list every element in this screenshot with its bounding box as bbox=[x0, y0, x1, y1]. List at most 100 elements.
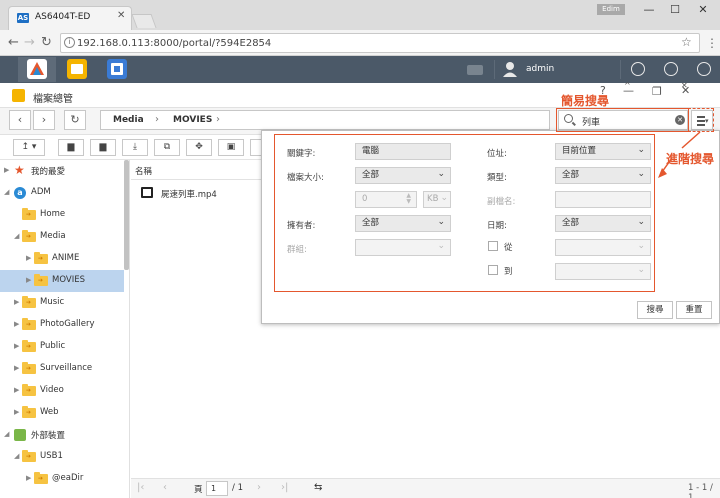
back-button[interactable]: ‹ bbox=[9, 110, 31, 130]
search-button[interactable]: 搜尋 bbox=[637, 301, 673, 319]
sidebar-scrollbar[interactable] bbox=[124, 160, 129, 270]
sidebar-item-media[interactable]: ◢ ➔ Media bbox=[0, 226, 124, 248]
folder-icon: ➔ bbox=[22, 406, 36, 418]
sidebar-item-anime[interactable]: ▶ ➔ ANIME bbox=[0, 248, 124, 270]
download-center-app-icon[interactable] bbox=[107, 59, 127, 79]
power-icon[interactable] bbox=[697, 62, 711, 76]
expand-icon[interactable]: ▶ bbox=[4, 166, 9, 174]
page-number-input[interactable]: 1 bbox=[206, 481, 228, 496]
folder-icon: ➔ bbox=[22, 450, 36, 462]
tree-label: MOVIES bbox=[52, 275, 85, 285]
sidebar-item-home[interactable]: ➔ Home bbox=[0, 204, 124, 226]
sidebar-item-adm[interactable]: ◢ a ADM bbox=[0, 182, 124, 204]
sidebar-item-favorites[interactable]: ▶ ★ 我的最愛 bbox=[0, 160, 124, 182]
browser-tab[interactable]: AS AS6404T-ED ✕ bbox=[8, 6, 132, 30]
next-page-icon[interactable]: › bbox=[257, 482, 261, 493]
sidebar-item-surveillance[interactable]: ▶ ➔ Surveillance bbox=[0, 358, 124, 380]
separator bbox=[620, 60, 621, 79]
collapse-icon[interactable]: ^ bbox=[624, 81, 631, 90]
tree-label: Surveillance bbox=[40, 363, 93, 373]
browser-profile-chip[interactable]: Edim bbox=[597, 4, 625, 15]
tree-label: ADM bbox=[31, 187, 51, 197]
browser-reload-icon[interactable]: ↻ bbox=[41, 35, 52, 50]
download-button[interactable]: ⤓ bbox=[122, 139, 148, 156]
reset-button[interactable]: 重置 bbox=[676, 301, 712, 319]
copy-button[interactable]: ⧉ bbox=[154, 139, 180, 156]
user-avatar-icon[interactable] bbox=[503, 61, 517, 77]
expand-icon[interactable]: ▶ bbox=[26, 474, 31, 482]
sidebar-item-usb1[interactable]: ◢ ➔ USB1 bbox=[0, 446, 124, 468]
breadcrumb: Media › MOVIES › bbox=[100, 110, 550, 130]
collapse-icon[interactable]: ◢ bbox=[4, 430, 9, 438]
app-central-icon[interactable] bbox=[27, 59, 47, 79]
user-name[interactable]: admin bbox=[526, 64, 554, 74]
close-window-icon[interactable]: ✕ bbox=[690, 2, 716, 18]
minimize-window-icon[interactable]: — bbox=[636, 2, 662, 18]
reload-list-icon[interactable]: ⇆ bbox=[314, 482, 322, 493]
notification-icon[interactable] bbox=[631, 62, 645, 76]
last-page-icon[interactable]: ›| bbox=[281, 482, 288, 493]
sidebar-item-external-devices[interactable]: ◢ 外部裝置 bbox=[0, 424, 124, 446]
new-folder-button[interactable]: ▆ bbox=[58, 139, 84, 156]
expand-icon[interactable]: ▶ bbox=[14, 298, 19, 306]
collapse-icon[interactable]: ◢ bbox=[4, 188, 9, 196]
restore-app-icon[interactable]: ❐ bbox=[652, 85, 662, 98]
folder-icon: ➔ bbox=[22, 318, 36, 330]
bookmark-star-icon[interactable]: ☆ bbox=[681, 35, 692, 49]
expand-icon[interactable]: ▶ bbox=[14, 364, 19, 372]
browser-back-icon[interactable]: ← bbox=[8, 35, 19, 50]
sidebar-item-video[interactable]: ▶ ➔ Video bbox=[0, 380, 124, 402]
site-info-icon[interactable]: i bbox=[64, 37, 75, 48]
file-explorer-icon bbox=[12, 89, 25, 102]
forward-button[interactable]: › bbox=[33, 110, 55, 130]
share-folder-button[interactable]: ▆ bbox=[90, 139, 116, 156]
star-icon: ★ bbox=[14, 163, 25, 177]
upload-button[interactable]: ↥ ▾ bbox=[13, 139, 45, 156]
tree-label: @eaDir bbox=[52, 473, 84, 483]
expand-icon[interactable]: ▶ bbox=[14, 386, 19, 394]
file-explorer-title-bar: 檔案總管 ? — ❐ ✕ ^ ✕ bbox=[0, 81, 720, 108]
refresh-button[interactable]: ↻ bbox=[64, 110, 86, 130]
folder-icon: ➔ bbox=[34, 472, 48, 484]
collapse-icon[interactable]: ◢ bbox=[14, 232, 19, 240]
keyboard-icon[interactable] bbox=[467, 65, 483, 75]
asustor-favicon-icon: AS bbox=[17, 13, 29, 23]
breadcrumb-item-media[interactable]: Media bbox=[113, 115, 144, 125]
folder-icon: ➔ bbox=[22, 296, 36, 308]
close-top-icon[interactable]: ✕ bbox=[681, 81, 688, 90]
tab-title: AS6404T-ED bbox=[35, 12, 91, 22]
column-header-name[interactable]: 名稱 bbox=[135, 165, 152, 177]
prev-page-icon[interactable]: ‹ bbox=[163, 482, 167, 493]
folder-icon: ➔ bbox=[22, 340, 36, 352]
new-tab-button[interactable] bbox=[131, 14, 157, 28]
select-button[interactable]: ▣ bbox=[218, 139, 244, 156]
breadcrumb-item-movies[interactable]: MOVIES bbox=[173, 115, 212, 125]
collapse-icon[interactable]: ◢ bbox=[14, 452, 19, 460]
folder-icon: ➔ bbox=[22, 208, 36, 220]
adm-top-bar: admin bbox=[0, 56, 720, 83]
expand-icon[interactable]: ▶ bbox=[14, 320, 19, 328]
tab-close-icon[interactable]: ✕ bbox=[117, 10, 125, 21]
tree-label: ANIME bbox=[52, 253, 80, 263]
browser-menu-icon[interactable]: ⋮ bbox=[706, 36, 718, 50]
page-label: 頁 bbox=[194, 485, 203, 495]
expand-icon[interactable]: ▶ bbox=[26, 254, 31, 262]
sidebar-item-movies[interactable]: ▶ ➔ MOVIES bbox=[0, 270, 124, 292]
settings-icon[interactable] bbox=[664, 62, 678, 76]
window-title: 檔案總管 bbox=[33, 94, 73, 105]
file-explorer-app-icon[interactable] bbox=[67, 59, 87, 79]
maximize-window-icon[interactable]: ☐ bbox=[662, 2, 688, 18]
file-row-name[interactable]: 屍速列車.mp4 bbox=[161, 188, 217, 200]
sidebar-item-music[interactable]: ▶ ➔ Music bbox=[0, 292, 124, 314]
move-button[interactable]: ✥ bbox=[186, 139, 212, 156]
expand-icon[interactable]: ▶ bbox=[26, 276, 31, 284]
sidebar-item-eadir[interactable]: ▶ ➔ @eaDir bbox=[0, 468, 124, 490]
url-input[interactable]: i 192.168.0.113:8000/portal/?594E2854 ☆ bbox=[60, 33, 700, 53]
expand-icon[interactable]: ▶ bbox=[14, 342, 19, 350]
expand-icon[interactable]: ▶ bbox=[14, 408, 19, 416]
sidebar-item-web[interactable]: ▶ ➔ Web bbox=[0, 402, 124, 424]
sidebar-item-photogallery[interactable]: ▶ ➔ PhotoGallery bbox=[0, 314, 124, 336]
browser-forward-icon[interactable]: → bbox=[24, 35, 35, 50]
sidebar-item-public[interactable]: ▶ ➔ Public bbox=[0, 336, 124, 358]
first-page-icon[interactable]: |‹ bbox=[137, 482, 144, 493]
